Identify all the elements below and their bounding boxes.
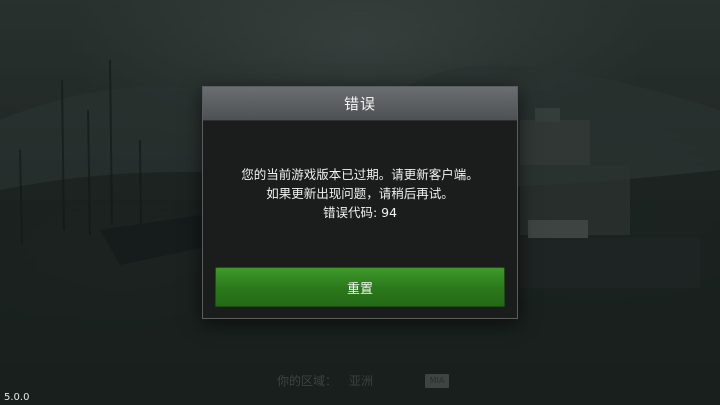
version-label: 5.0.0 [4, 392, 30, 403]
message-line-outdated: 您的当前游戏版本已过期。请更新客户端。 [241, 167, 479, 182]
reset-button[interactable]: 重置 [215, 267, 505, 307]
region-badge: MIA [425, 373, 450, 388]
region-indicator: 你的区域： 亚洲 MIA [277, 372, 450, 389]
dialog-title: 错误 [343, 95, 376, 113]
message-line-error-code: 错误代码: 94 [322, 205, 398, 220]
region-value: 亚洲 [349, 374, 374, 388]
dialog-header: 错误 [203, 87, 517, 121]
dialog-message: 您的当前游戏版本已过期。请更新客户端。 如果更新出现问题，请稍后再试。 错误代码… [203, 165, 517, 222]
game-screen: 错误 您的当前游戏版本已过期。请更新客户端。 如果更新出现问题，请稍后再试。 错… [0, 0, 720, 405]
region-label: 你的区域： [277, 374, 338, 388]
error-dialog: 错误 您的当前游戏版本已过期。请更新客户端。 如果更新出现问题，请稍后再试。 错… [202, 86, 518, 319]
message-line-retry: 如果更新出现问题，请稍后再试。 [266, 186, 454, 201]
